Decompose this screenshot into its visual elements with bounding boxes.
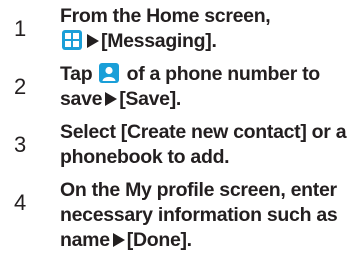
step-number: 1 [14,16,27,41]
instruction-steps: 1 From the Home screen, [Messaging]. 2 T… [0,0,350,261]
step-number: 2 [14,74,27,99]
menu-path: [Save]. [119,88,182,110]
step-line: save [Save]. [60,87,350,112]
step-text-fragment: name [60,229,110,251]
step-text: From the Home screen, [Messaging]. [60,4,350,54]
step-text: On the My profile screen, enter necessar… [60,178,350,253]
contact-person-icon [99,63,120,83]
step-line: Select [Create new contact] or a [60,121,347,143]
menu-path: [Messaging]. [101,30,217,52]
step-line: Tap of a phone number to [60,62,350,87]
step-line: phonebook to add. [60,146,230,168]
step-number: 4 [14,190,27,215]
apps-grid-icon [62,30,82,50]
right-triangle-icon [105,92,118,106]
step-text: Select [Create new contact] or a phonebo… [60,120,350,170]
step-line: On the My profile screen, enter [60,179,337,201]
step-text: Tap of a phone number to save [Save]. [60,62,350,112]
step-line: name [Done]. [60,228,350,253]
step-text-rest: of a phone number to [126,63,321,85]
step-verb: Tap [60,63,93,85]
step-line: From the Home screen, [60,5,271,27]
menu-path: [Done]. [126,229,192,251]
step-line: [Messaging]. [60,29,350,54]
right-triangle-icon [87,34,99,48]
step-number: 3 [14,132,27,157]
step-line: necessary information such as [60,204,338,226]
right-triangle-icon [112,233,125,247]
step-text-fragment: save [60,88,103,110]
